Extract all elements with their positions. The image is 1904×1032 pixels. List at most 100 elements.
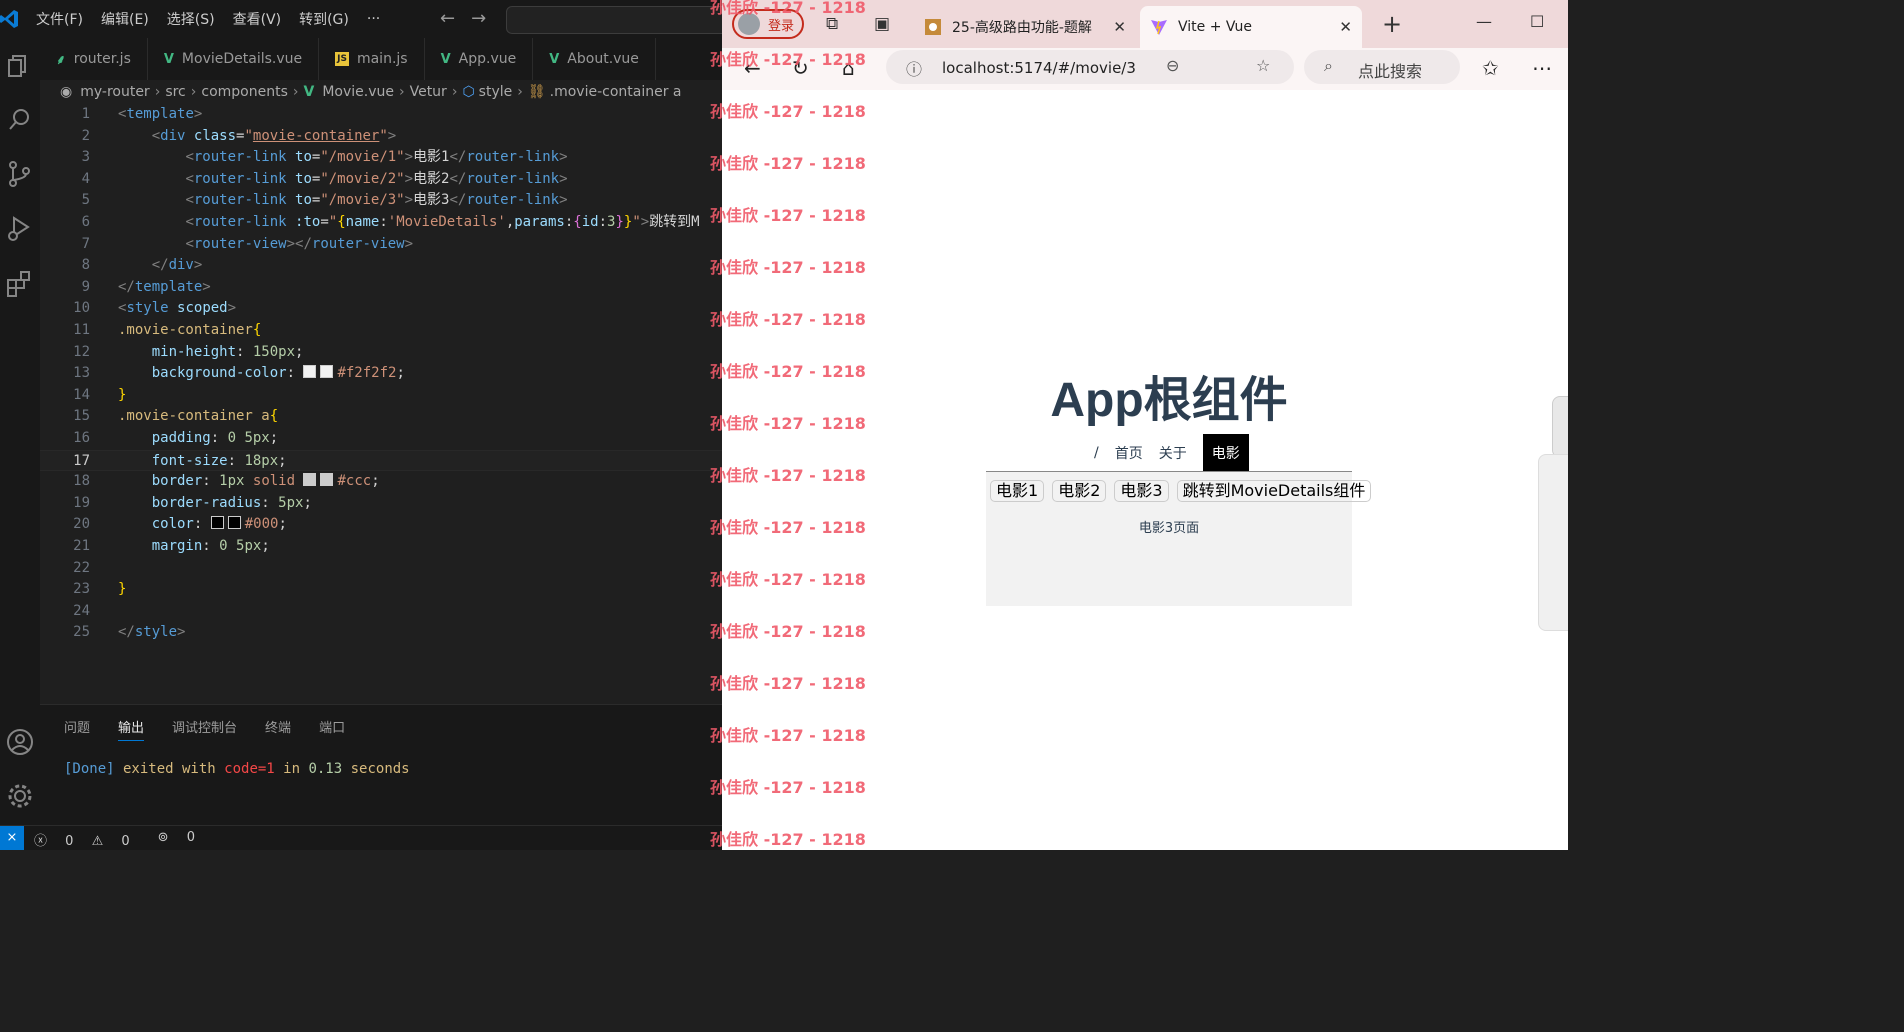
breadcrumb-item[interactable]: src: [165, 84, 185, 100]
close-tab-icon[interactable]: ✕: [1113, 18, 1126, 36]
code-line-current: 17 font-size: 18px;: [40, 449, 722, 472]
vscode-logo-icon: [0, 10, 18, 28]
watermark-text: 孙佳欣 -127 - 1218: [710, 778, 866, 797]
menu-more[interactable]: ···: [367, 11, 380, 27]
line-number: 13: [73, 365, 90, 382]
vue-icon: V: [440, 51, 451, 67]
code-line: 9 </template>: [40, 277, 722, 299]
new-tab-icon[interactable]: +: [1382, 10, 1402, 38]
browser-tab-inactive[interactable]: 25-高级路由功能-题解 ✕: [914, 6, 1136, 48]
minimize-icon[interactable]: —: [1476, 12, 1492, 31]
browser-tab-active[interactable]: Vite + Vue ✕: [1140, 6, 1362, 48]
nav-link-movie[interactable]: 电影: [1202, 434, 1249, 472]
menu-edit[interactable]: 编辑(E): [101, 9, 149, 29]
nav-link-home[interactable]: 首页: [1115, 443, 1143, 463]
color-swatch-icon[interactable]: [303, 365, 317, 379]
extensions-icon[interactable]: [4, 268, 36, 300]
color-swatch-icon[interactable]: [320, 365, 334, 379]
vscode-window: 文件(F) 编辑(E) 选择(S) 查看(V) 转到(G) ··· ← → ⸙ ro…: [0, 0, 722, 850]
app-nav: / 首页 关于 电影: [1094, 434, 1249, 472]
tab-app-vue[interactable]: V App.vue: [425, 38, 534, 80]
watermark-text: 孙佳欣 -127 - 1218: [710, 726, 866, 745]
output-done: [Done]: [64, 761, 115, 777]
line-number: 9: [81, 278, 90, 295]
line-number: 10: [73, 300, 90, 317]
panel-tab-problems[interactable]: 问题: [64, 717, 90, 741]
side-widget-panel[interactable]: [1538, 454, 1568, 631]
favorites-icon[interactable]: ✩: [1482, 56, 1499, 80]
zoom-icon[interactable]: ⊖: [1166, 56, 1179, 75]
sidebar-handle[interactable]: [1552, 396, 1568, 458]
movie-details-link[interactable]: 跳转到MovieDetails组件: [1176, 480, 1372, 502]
color-swatch-icon[interactable]: [227, 516, 241, 530]
movie-link-1[interactable]: 电影1: [990, 480, 1045, 502]
menu-selection[interactable]: 选择(S): [167, 9, 215, 29]
color-swatch-icon[interactable]: [210, 516, 224, 530]
movie-link-3[interactable]: 电影3: [1114, 480, 1169, 502]
favorite-star-icon[interactable]: ☆: [1256, 56, 1270, 75]
color-swatch-icon[interactable]: [303, 473, 317, 487]
symbol-icon: ⬡: [462, 84, 475, 100]
tab-title: Vite + Vue: [1178, 19, 1253, 35]
output-seconds: seconds: [342, 761, 410, 777]
code-line: 7 <router-view></router-view>: [40, 234, 722, 256]
tab-moviedetails-vue[interactable]: V MovieDetails.vue: [148, 38, 320, 80]
color-swatch-icon[interactable]: [320, 473, 334, 487]
search-icon[interactable]: [4, 104, 36, 136]
breadcrumb-item[interactable]: .movie-container a: [550, 84, 682, 100]
panel-tab-terminal[interactable]: 终端: [265, 717, 291, 741]
command-center[interactable]: [506, 6, 722, 34]
search-box[interactable]: ⌕ 点此搜索: [1304, 50, 1460, 84]
remote-icon[interactable]: ⨯: [0, 826, 24, 850]
back-arrow-icon[interactable]: ←: [440, 8, 455, 29]
info-icon[interactable]: ⓘ: [906, 56, 922, 80]
movie-link-2[interactable]: 电影2: [1052, 480, 1107, 502]
settings-gear-icon[interactable]: [4, 780, 36, 812]
ports-status[interactable]: ⊚ 0: [158, 830, 209, 849]
line-number: 24: [73, 602, 90, 619]
breadcrumb-item[interactable]: components: [201, 84, 288, 100]
source-control-icon[interactable]: [4, 158, 36, 190]
line-number: 11: [73, 322, 90, 338]
line-number: 5: [81, 192, 90, 209]
run-debug-icon[interactable]: [4, 212, 36, 244]
tab-router-js[interactable]: ⸙ router.js: [40, 38, 148, 80]
code-editor[interactable]: 1 <template> 2 <div class="movie-containe…: [40, 104, 722, 704]
account-icon[interactable]: [4, 726, 36, 758]
warning-icon: ⚠: [91, 834, 104, 849]
vertical-tabs-icon[interactable]: ▣: [874, 14, 890, 34]
tab-main-js[interactable]: JS main.js: [319, 38, 425, 80]
code-line: 1 <template>: [40, 104, 722, 126]
watermark-text: 孙佳欣 -127 - 1218: [710, 674, 866, 693]
maximize-icon[interactable]: ☐: [1530, 12, 1544, 31]
panel-tab-ports[interactable]: 端口: [319, 717, 345, 741]
problems-status[interactable]: ⓧ 0 ⚠ 0: [34, 830, 144, 849]
close-tab-icon[interactable]: ✕: [1339, 18, 1352, 36]
watermark-text: 孙佳欣 -127 - 1218: [710, 102, 866, 121]
menu-file[interactable]: 文件(F): [36, 9, 83, 29]
nav-link-about[interactable]: 关于: [1159, 443, 1187, 463]
code-line: 20 color: #000;: [40, 514, 722, 536]
tab-about-vue[interactable]: V About.vue: [533, 38, 656, 80]
line-number: 14: [73, 386, 90, 403]
menu-view[interactable]: 查看(V): [233, 9, 282, 29]
port-count: 0: [186, 830, 195, 845]
breadcrumb-item[interactable]: Movie.vue: [322, 84, 394, 100]
tab-favicon-icon: [925, 19, 941, 35]
vite-favicon-icon: [1151, 20, 1167, 35]
code-line: 5 <router-link to="/movie/3">电影3</router…: [40, 190, 722, 212]
address-bar[interactable]: ⓘ localhost:5174/#/movie/3 ⊖ ☆: [886, 50, 1294, 84]
line-number: 17: [73, 452, 90, 469]
line-number: 1: [81, 106, 90, 122]
breadcrumb-item[interactable]: style: [479, 84, 513, 100]
code-line: 15 .movie-container a{: [40, 406, 722, 428]
panel-tab-output[interactable]: 输出: [118, 717, 145, 741]
forward-arrow-icon[interactable]: →: [471, 8, 486, 29]
menu-go[interactable]: 转到(G): [299, 9, 349, 29]
breadcrumb-item[interactable]: Vetur: [410, 84, 447, 100]
explorer-icon[interactable]: [4, 50, 36, 82]
line-number: 19: [73, 494, 90, 511]
more-options-icon[interactable]: ⋯: [1532, 56, 1552, 80]
breadcrumb-item[interactable]: my-router: [80, 84, 149, 100]
panel-tab-debug-console[interactable]: 调试控制台: [172, 717, 237, 741]
